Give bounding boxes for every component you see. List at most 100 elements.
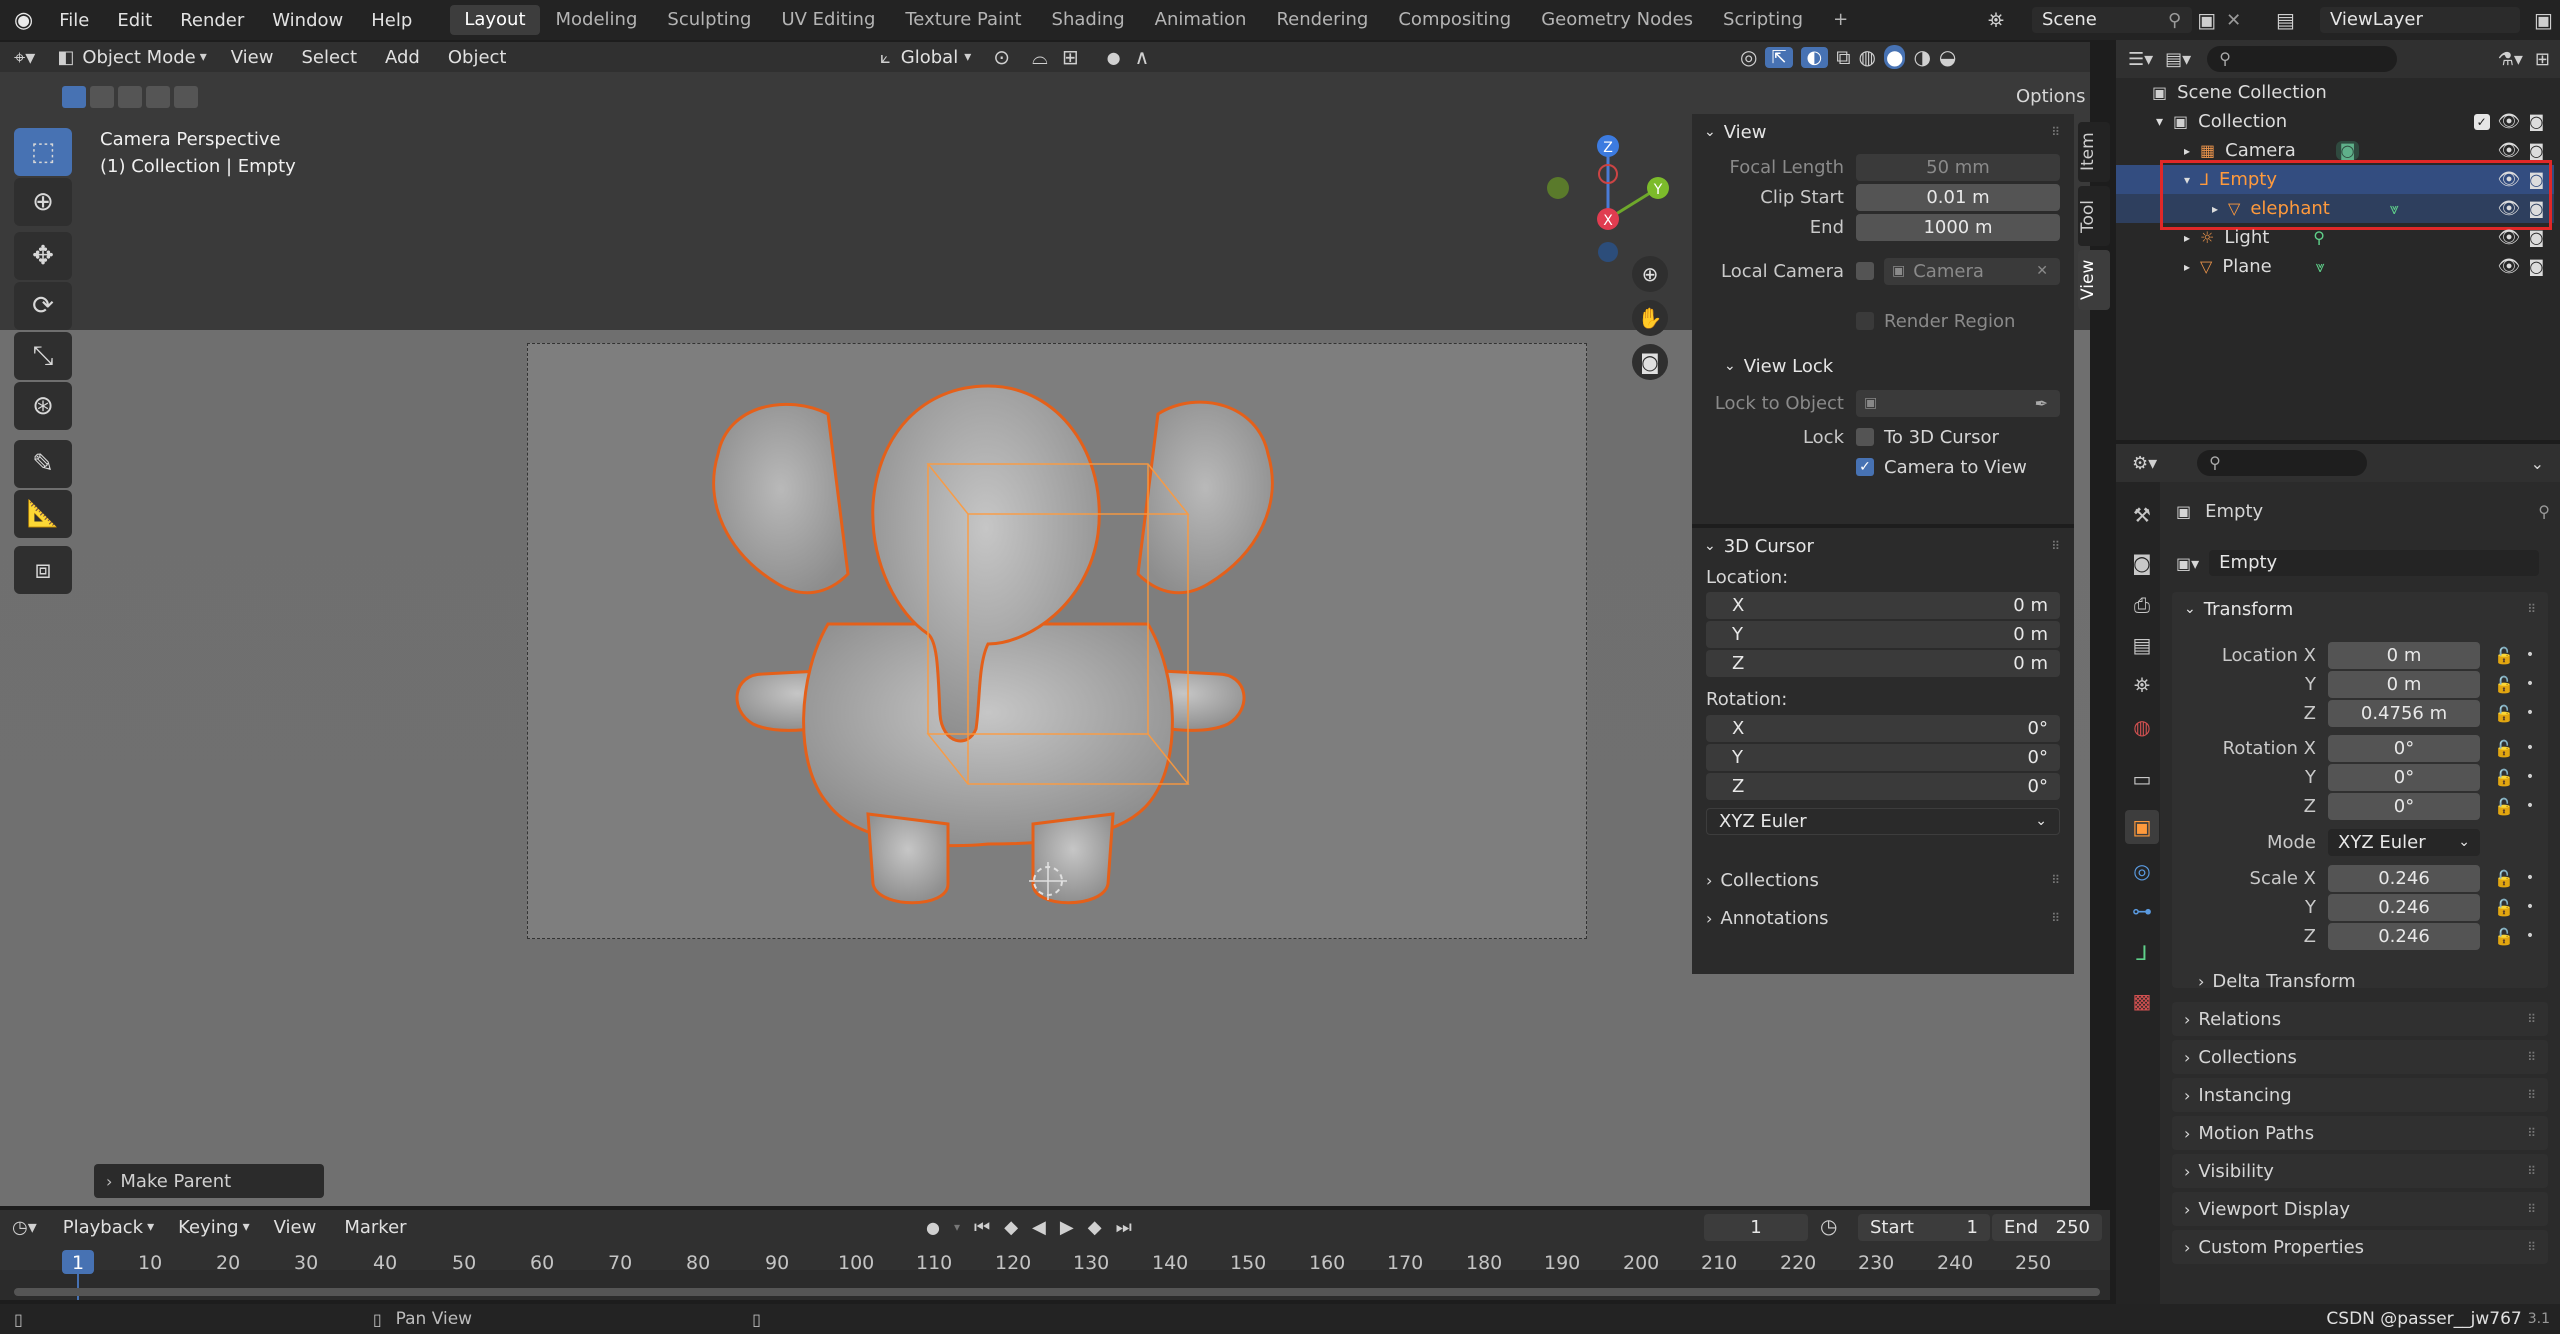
annotate-tool[interactable]: ✎ [14,440,72,488]
location-z-field[interactable]: 0.4756 m [2328,699,2480,727]
keyframe-dot-icon[interactable]: • [2526,647,2534,663]
expand-arrow-icon[interactable]: ▸ [2184,260,2190,274]
search-field[interactable]: ⚲ [2197,450,2368,476]
expand-arrow-icon[interactable]: ▸ [2184,144,2190,158]
drag-handle-icon[interactable]: ⠿ [2527,1126,2536,1140]
camera-data-icon[interactable]: ◙ [2335,141,2360,160]
lock-icon[interactable]: 🔓 [2494,646,2514,665]
timeline-scrollbar[interactable] [14,1288,2100,1296]
relations-section[interactable]: › Relations ⠿ [2172,1002,2548,1036]
visibility-section[interactable]: › Visibility ⠿ [2172,1154,2548,1188]
render-camera-icon[interactable]: ◙ [2528,112,2544,131]
drag-handle-icon[interactable]: ⠿ [2527,1088,2536,1102]
timeline-menu-view[interactable]: View [260,1217,331,1238]
navigation-gizmo[interactable]: Z Y X [1530,126,1680,326]
menu-render[interactable]: Render [166,10,258,31]
camera-view-icon[interactable]: ◙ [1632,344,1668,380]
tab-scripting[interactable]: Scripting [1709,5,1817,35]
keyframe-dot-icon[interactable]: • [2526,769,2534,785]
move-tool[interactable]: ✥ [14,232,72,280]
rotation-mode-dropdown[interactable]: XYZ Euler ⌄ [1706,808,2060,835]
eye-icon[interactable]: 👁 [2498,227,2521,248]
tab-compositing[interactable]: Compositing [1384,5,1525,35]
eye-icon[interactable]: 👁 [2498,111,2521,132]
editor-type-icon[interactable]: ⚙▾ [2132,453,2157,474]
filter-icon[interactable]: ⚗▾ [2498,49,2523,70]
local-camera-checkbox[interactable] [1856,262,1874,280]
viewport-menu-select[interactable]: Select [287,47,371,68]
timeline-menu-keying[interactable]: Keying [164,1217,242,1238]
wireframe-shading-icon[interactable]: ◍ [1859,45,1876,69]
xray-icon[interactable]: ⧉ [1836,45,1850,69]
chevron-down-icon[interactable]: ⌄ [2531,454,2544,473]
drag-handle-icon[interactable]: ⠿ [2527,1050,2536,1064]
object-datablock-field[interactable]: ▣▾ Empty [2176,548,2546,578]
output-tab-icon[interactable]: ⎙ [2125,588,2159,622]
elephant-model[interactable] [528,344,1588,940]
select-new-icon[interactable] [62,86,86,108]
last-operator-panel[interactable]: › Make Parent [94,1164,324,1198]
object-tab-icon[interactable]: ▣ [2125,810,2159,844]
tab-animation[interactable]: Animation [1141,5,1261,35]
render-camera-icon[interactable]: ◙ [2528,257,2544,276]
tab-modeling[interactable]: Modeling [542,5,652,35]
play-icon[interactable]: ▶ [1060,1217,1074,1238]
proportional-edit-icon[interactable]: ● [1107,48,1121,67]
keyframe-dot-icon[interactable]: • [2526,928,2534,944]
outliner-row-light[interactable]: ▸ ☼ Light ⚲ 👁 ◙ [2116,223,2554,252]
eye-icon[interactable]: 👁 [2498,140,2521,161]
measure-tool[interactable]: 📐 [14,490,72,538]
view-lock-header[interactable]: ⌄ View Lock [1692,348,2074,384]
lock-icon[interactable]: 🔓 [2494,768,2514,787]
delta-transform-header[interactable]: › Delta Transform [2198,966,2356,996]
current-frame-field[interactable]: 1 [1704,1214,1808,1241]
view-layer-tab-icon[interactable]: ▤ [2125,628,2159,662]
drag-handle-icon[interactable]: ⠿ [2051,539,2060,553]
pivot-icon[interactable]: ⊙ [993,45,1010,69]
clip-start-field[interactable]: 0.01 m [1856,183,2060,211]
outliner-row-scene-collection[interactable]: ▣ Scene Collection [2116,78,2554,107]
lock-icon[interactable]: 🔓 [2494,797,2514,816]
lock-icon[interactable]: 🔓 [2494,898,2514,917]
overlay-toggle-icon[interactable]: ◐ [1800,46,1829,68]
editor-type-icon[interactable]: ☰▾ [2128,49,2153,70]
object-name-field[interactable]: Empty [2209,550,2540,576]
rotation-mode-dropdown[interactable]: XYZ Euler ⌄ [2328,828,2480,856]
transform-panel-header[interactable]: ⌄ Transform ⠿ [2172,592,2548,626]
location-x-field[interactable]: 0 m [2328,641,2480,669]
pan-hand-icon[interactable]: ✋ [1632,300,1668,336]
keyframe-dot-icon[interactable]: • [2526,870,2534,886]
scale-z-field[interactable]: 0.246 [2328,922,2480,950]
tab-geometry-nodes[interactable]: Geometry Nodes [1527,5,1707,35]
tab-rendering[interactable]: Rendering [1262,5,1382,35]
add-workspace-button[interactable]: + [1819,5,1862,35]
timeline-menu-playback[interactable]: Playback [49,1217,147,1238]
drag-handle-icon[interactable]: ⠿ [2051,873,2060,887]
cursor-location-x[interactable]: X 0 m [1706,592,2060,619]
motion-paths-section[interactable]: › Motion Paths ⠿ [2172,1116,2548,1150]
lock-to-cursor-checkbox[interactable] [1856,428,1874,446]
drag-handle-icon[interactable]: ⠿ [2051,125,2060,139]
eye-icon[interactable]: 👁 [2498,256,2521,277]
tool-tab-icon[interactable]: ⚒ [2125,498,2159,532]
viewport-menu-add[interactable]: Add [371,47,434,68]
custom-properties-section[interactable]: › Custom Properties ⠿ [2172,1230,2548,1264]
menu-edit[interactable]: Edit [103,10,166,31]
keyframe-dot-icon[interactable]: • [2526,740,2534,756]
lock-icon[interactable]: 🔓 [2494,739,2514,758]
auto-keying-icon[interactable]: ● [926,1218,940,1237]
close-icon[interactable]: ✕ [2036,258,2048,285]
jump-end-icon[interactable]: ⏭ [1116,1217,1132,1238]
drag-handle-icon[interactable]: ⠿ [2527,1202,2536,1216]
snap-target-icon[interactable]: ⊞ [1062,45,1079,69]
keyframe-dot-icon[interactable]: • [2526,676,2534,692]
3d-cursor-header[interactable]: ⌄ 3D Cursor ⠿ [1692,528,2074,564]
clock-icon[interactable]: ◷ [1820,1214,1837,1238]
pin-icon[interactable]: ⚲ [2168,10,2181,31]
cursor-location-z[interactable]: Z 0 m [1706,650,2060,677]
new-collection-icon[interactable]: ⊞ [2535,49,2550,70]
tab-uv-editing[interactable]: UV Editing [767,5,889,35]
scale-y-field[interactable]: 0.246 [2328,893,2480,921]
camera-to-view-checkbox[interactable]: ✓ [1856,458,1874,476]
new-view-layer-icon[interactable]: ▣ [2534,8,2553,32]
